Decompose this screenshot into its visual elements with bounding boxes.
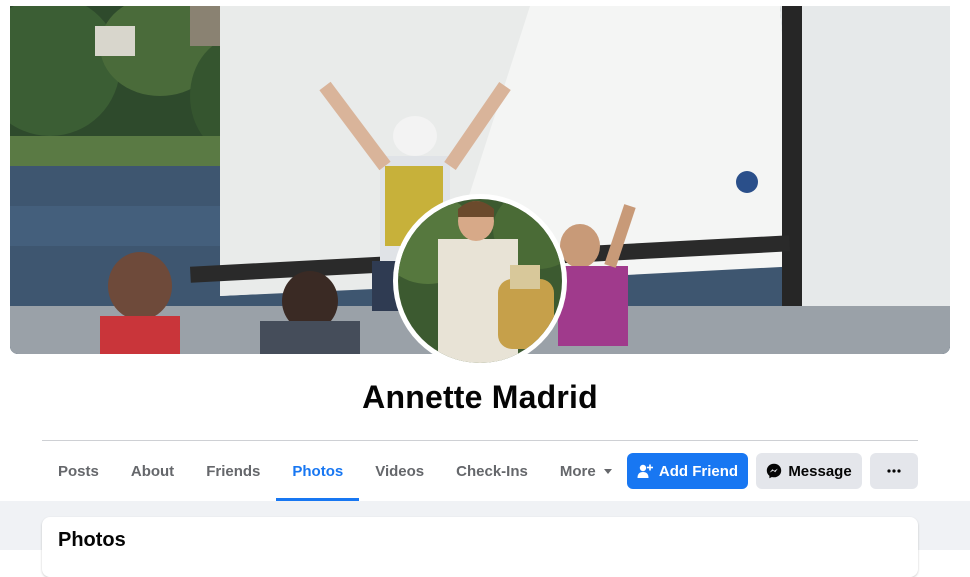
- add-friend-icon: [637, 464, 653, 478]
- tab-more-label: More: [559, 462, 596, 480]
- tab-check-ins[interactable]: Check-Ins: [440, 441, 544, 501]
- add-friend-button[interactable]: Add Friend: [627, 453, 748, 489]
- add-friend-label: Add Friend: [658, 462, 739, 480]
- photos-section-title: Photos: [58, 529, 126, 551]
- profile-tabs: Posts About Friends Photos Videos Check-…: [42, 441, 628, 501]
- tab-friends[interactable]: Friends: [190, 441, 276, 501]
- tab-videos[interactable]: Videos: [359, 441, 440, 501]
- more-options-button[interactable]: [870, 453, 918, 489]
- messenger-icon: [767, 463, 782, 479]
- message-label: Message: [788, 462, 852, 480]
- ellipsis-icon: [887, 469, 901, 473]
- message-button[interactable]: Message: [756, 453, 862, 489]
- caret-down-icon: [603, 468, 612, 474]
- profile-name: Annette Madrid: [362, 379, 598, 415]
- tab-posts[interactable]: Posts: [42, 441, 115, 501]
- tab-more[interactable]: More: [544, 441, 628, 501]
- profile-avatar[interactable]: [398, 199, 562, 363]
- tab-about[interactable]: About: [115, 441, 190, 501]
- photos-card: Photos: [42, 517, 918, 577]
- tab-photos[interactable]: Photos: [276, 441, 360, 501]
